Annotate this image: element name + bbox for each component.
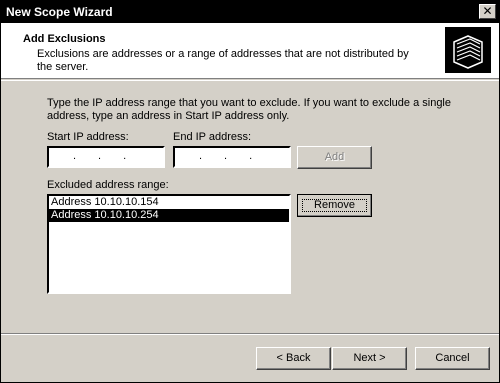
wizard-window: New Scope Wizard ✕ Add Exclusions Exclus… (0, 0, 500, 383)
instructions-text: Type the IP address range that you want … (47, 97, 451, 122)
page-description: Exclusions are addresses or a range of a… (37, 48, 409, 73)
end-ip-input[interactable]: ... (173, 146, 291, 168)
cancel-button[interactable]: Cancel (415, 347, 490, 370)
start-ip-separators: ... (73, 150, 149, 162)
next-button[interactable]: Next > (332, 347, 407, 370)
page-title: Add Exclusions (23, 33, 106, 45)
close-icon: ✕ (482, 4, 493, 18)
footer-divider-highlight (1, 334, 499, 335)
excluded-range-list[interactable]: Address 10.10.10.154 Address 10.10.10.25… (47, 194, 291, 294)
folders-icon (445, 27, 491, 73)
end-ip-label: End IP address: (173, 131, 252, 143)
list-item[interactable]: Address 10.10.10.154 (49, 196, 289, 209)
close-button[interactable]: ✕ (479, 4, 496, 19)
list-item[interactable]: Address 10.10.10.254 (49, 209, 289, 222)
back-button[interactable]: < Back (256, 347, 331, 370)
window-title: New Scope Wizard (6, 5, 113, 19)
remove-button[interactable]: Remove (297, 194, 372, 217)
title-bar: New Scope Wizard ✕ (1, 1, 499, 23)
excluded-range-label: Excluded address range: (47, 179, 169, 191)
end-ip-separators: ... (199, 150, 275, 162)
start-ip-input[interactable]: ... (47, 146, 165, 168)
wizard-header: Add Exclusions Exclusions are addresses … (1, 23, 499, 79)
add-button[interactable]: Add (297, 146, 372, 169)
header-divider (1, 80, 499, 81)
start-ip-label: Start IP address: (47, 131, 129, 143)
